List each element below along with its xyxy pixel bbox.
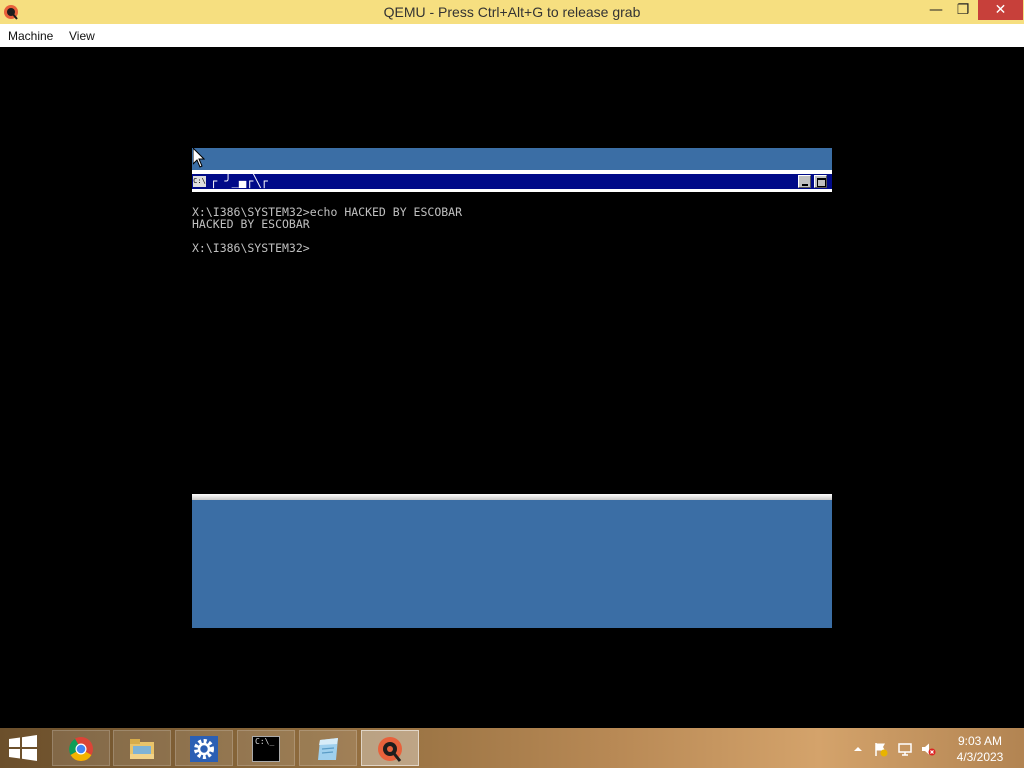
taskbar-command-prompt-button[interactable]: C:\_ (237, 730, 295, 766)
menu-bar: Machine View (0, 24, 1024, 47)
console-output[interactable]: X:\I386\SYSTEM32>echo HACKED BY ESCOBAR … (192, 192, 832, 494)
console-minimize-button[interactable] (798, 175, 811, 188)
qemu-icon (378, 737, 402, 762)
console-title-bar[interactable]: C:\ ┌ ╯_▄┌╲┌ (192, 170, 832, 192)
desktop-wallpaper-bottom (192, 500, 832, 628)
close-button[interactable]: ✕ (978, 0, 1023, 20)
menu-item-view[interactable]: View (69, 29, 95, 43)
console-maximize-button[interactable] (814, 175, 827, 188)
action-center-flag-icon[interactable] (873, 741, 889, 757)
clock-date: 4/3/2023 (956, 750, 1004, 764)
command-prompt-icon: C:\_ (252, 736, 280, 762)
taskbar-clock[interactable]: 9:03 AM 4/3/2023 (940, 733, 1020, 765)
console-line: HACKED BY ESCOBAR (192, 217, 310, 231)
desktop-wallpaper-top (192, 148, 832, 170)
qemu-title-bar[interactable]: QEMU - Press Ctrl+Alt+G to release grab … (0, 0, 1024, 24)
console-window-icon[interactable]: C:\ (193, 176, 206, 187)
file-explorer-icon (130, 739, 154, 759)
console-title-text: ┌ ╯_▄┌╲┌ (210, 174, 268, 188)
show-hidden-icons-icon[interactable] (850, 741, 866, 757)
window-title: QEMU - Press Ctrl+Alt+G to release grab (383, 4, 641, 20)
console-title-strip: C:\ ┌ ╯_▄┌╲┌ (192, 174, 832, 189)
notepad-icon (318, 738, 338, 760)
taskbar-qemu-button[interactable] (361, 730, 419, 766)
volume-muted-icon[interactable] (920, 741, 936, 757)
taskbar-settings-button[interactable] (175, 730, 233, 766)
mouse-cursor-icon (193, 148, 205, 168)
windows-start-icon[interactable] (8, 735, 38, 761)
clock-time: 9:03 AM (957, 734, 1003, 748)
restore-button[interactable]: ❐ (950, 0, 976, 22)
minimize-button[interactable]: — (922, 0, 950, 22)
console-prompt-line: X:\I386\SYSTEM32> (192, 241, 310, 255)
menu-item-machine[interactable]: Machine (8, 29, 53, 43)
taskbar-chrome-button[interactable] (52, 730, 110, 766)
taskbar-file-explorer-button[interactable] (113, 730, 171, 766)
network-icon[interactable] (897, 741, 913, 757)
settings-icon (190, 736, 218, 762)
taskbar-notepad-button[interactable] (299, 730, 357, 766)
chrome-icon (69, 737, 93, 762)
